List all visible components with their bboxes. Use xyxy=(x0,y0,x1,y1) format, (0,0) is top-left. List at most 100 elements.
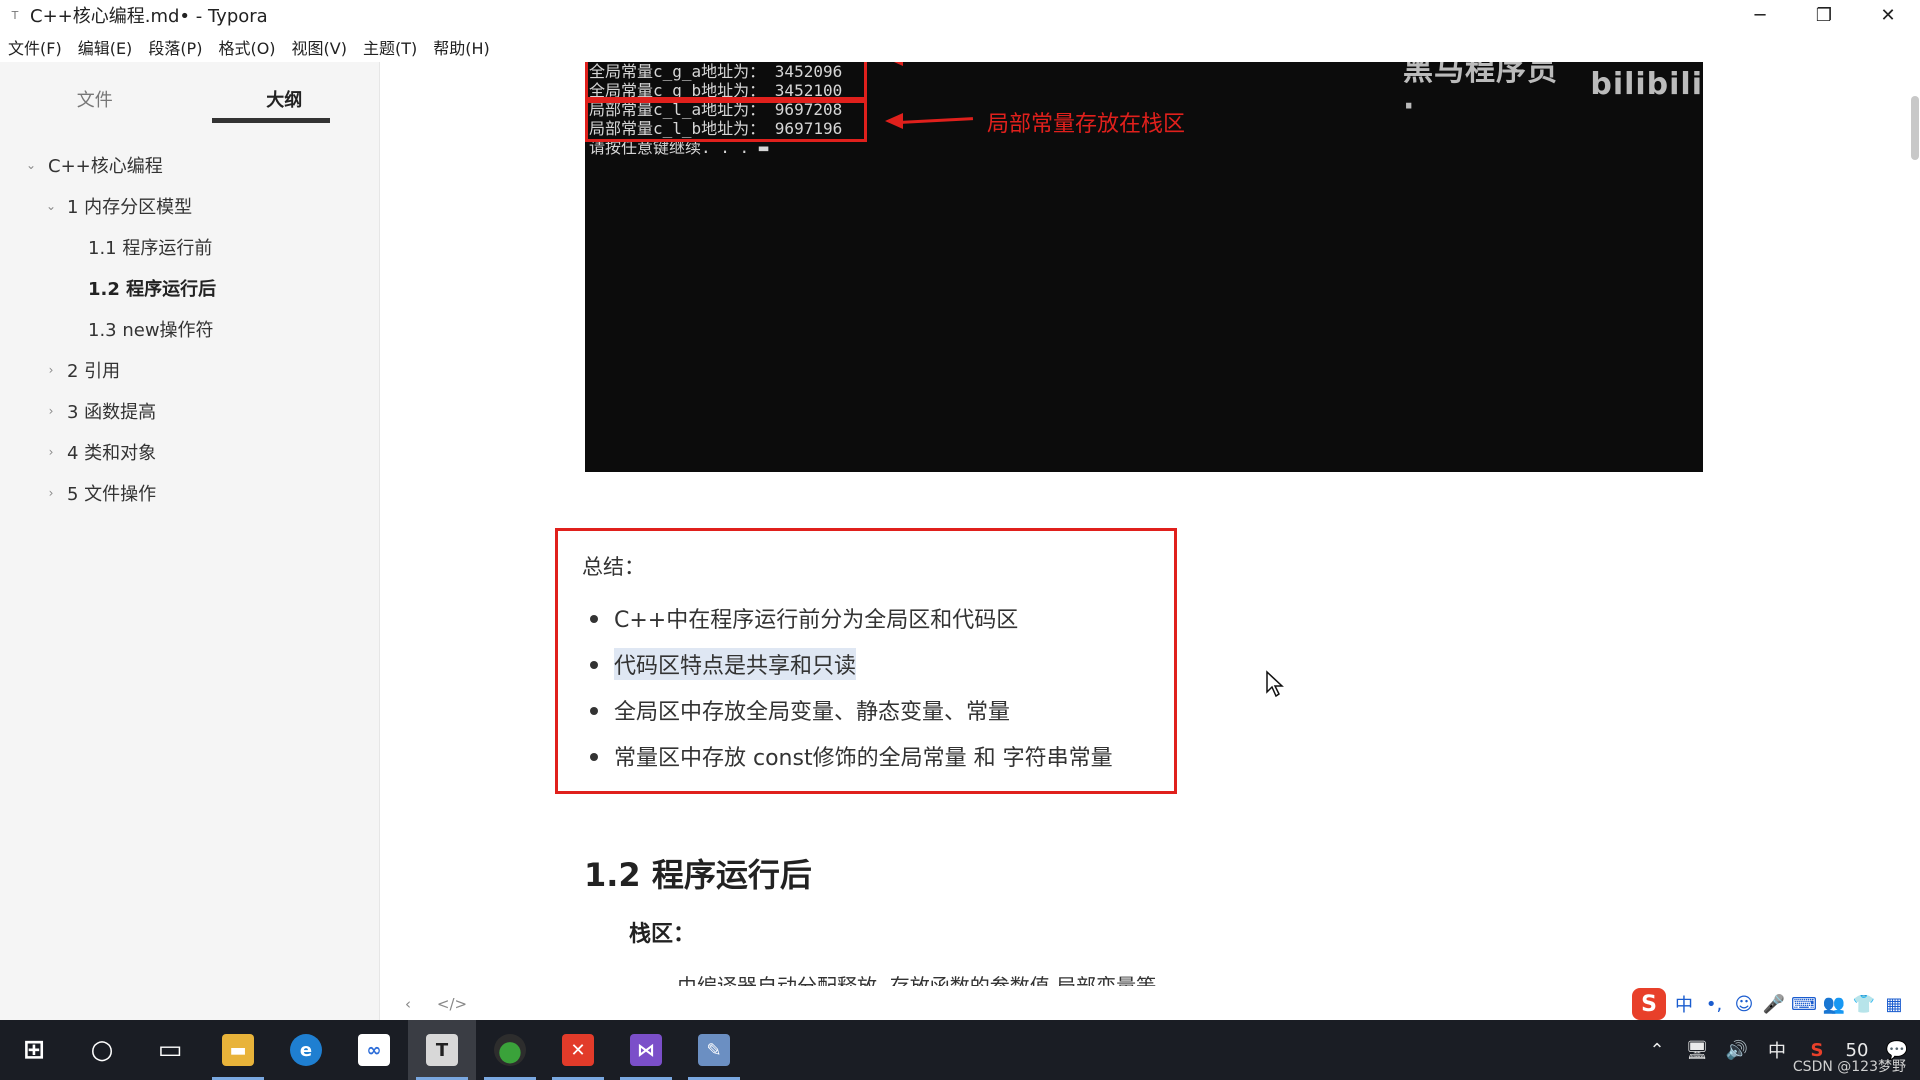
menu-format[interactable]: 格式(O) xyxy=(210,32,283,62)
global-const-highlight-box xyxy=(585,62,867,100)
taskbar-baidu-netdisk[interactable]: ∞ xyxy=(340,1020,408,1080)
outline-item[interactable]: › 4 类和对象 xyxy=(0,431,380,472)
list-item[interactable]: 常量区中存放 const修饰的全局常量 和 字符串常量 xyxy=(590,733,1113,779)
vertical-scrollbar[interactable] xyxy=(1911,96,1919,160)
task-view-button[interactable]: ▭ xyxy=(136,1020,204,1080)
menu-bar: 文件(F) 编辑(E) 段落(P) 格式(O) 视图(V) 主题(T) 帮助(H… xyxy=(0,32,498,62)
title-bar: T C++核心编程.md• - Typora ─ ❐ ✕ xyxy=(0,0,1920,30)
taskbar-explorer[interactable]: ▬ xyxy=(204,1020,272,1080)
volume-icon[interactable]: 🔊 xyxy=(1724,1020,1750,1080)
summary-list: C++中在程序运行前分为全局区和代码区 代码区特点是共享和只读 全局区中存放全局… xyxy=(590,595,1113,779)
list-item[interactable]: C++中在程序运行前分为全局区和代码区 xyxy=(590,595,1113,641)
typora-icon: T xyxy=(426,1034,458,1066)
watermark-text: 黑马程序员· xyxy=(1403,62,1558,124)
outline-item-label: 1.1 程序运行前 xyxy=(88,237,213,259)
outline-item[interactable]: › 3 函数提高 xyxy=(0,390,380,431)
list-item-text: C++中在程序运行前分为全局区和代码区 xyxy=(614,608,1019,633)
menu-paragraph[interactable]: 段落(P) xyxy=(140,32,210,62)
list-item-text-selected: 代码区特点是共享和只读 xyxy=(614,648,857,680)
sidebar: 文件 大纲 ⌄ C++核心编程 ⌄ 1 内存分区模型 1.1 程序运行前 1.2… xyxy=(0,62,380,1020)
watermark-logo: bilibili xyxy=(1590,66,1703,102)
outline-item[interactable]: 1.3 new操作符 xyxy=(0,308,380,349)
search-button[interactable]: ○ xyxy=(68,1020,136,1080)
menu-edit[interactable]: 编辑(E) xyxy=(70,32,141,62)
list-item[interactable]: 代码区特点是共享和只读 xyxy=(590,641,1113,687)
tab-outline[interactable]: 大纲 xyxy=(190,62,380,124)
menu-theme[interactable]: 主题(T) xyxy=(355,32,425,62)
search-circle-icon: ○ xyxy=(90,1035,114,1065)
taskbar-edge[interactable]: e xyxy=(272,1020,340,1080)
partially-visible-line: 由编译器自动分配释放, 存放函数的参数值,局部变量等 xyxy=(677,974,1157,986)
xmind-icon: ✕ xyxy=(562,1034,594,1066)
mouse-cursor-icon xyxy=(1266,670,1284,698)
skin-icon[interactable]: 👕 xyxy=(1852,992,1876,1016)
network-icon[interactable]: 🖥 xyxy=(1684,1020,1710,1080)
summary-highlight-box: 总结： C++中在程序运行前分为全局区和代码区 代码区特点是共享和只读 全局区中… xyxy=(555,528,1177,794)
tab-files[interactable]: 文件 xyxy=(0,62,190,124)
chinese-mode-icon[interactable]: 中 xyxy=(1672,992,1696,1016)
show-hidden-icons-icon[interactable]: ⌃ xyxy=(1644,1020,1670,1080)
window-title: C++核心编程.md• - Typora xyxy=(30,6,268,27)
outline-item-label: 1 内存分区模型 xyxy=(67,196,193,218)
visual-studio-icon: ⋈ xyxy=(630,1034,662,1066)
keyboard-icon[interactable]: ⌨ xyxy=(1791,992,1817,1016)
typora-app-icon: T xyxy=(11,8,19,22)
folder-icon: ▬ xyxy=(222,1034,254,1066)
minimize-button[interactable]: ─ xyxy=(1728,0,1792,30)
outline-item-label: 1.3 new操作符 xyxy=(88,319,214,341)
active-tab-indicator xyxy=(212,118,330,123)
menu-file[interactable]: 文件(F) xyxy=(0,32,70,62)
outline-item[interactable]: ⌄ C++核心编程 xyxy=(0,144,380,185)
window-controls: ─ ❐ ✕ xyxy=(1728,0,1920,30)
green-orb-icon: ● xyxy=(494,1034,526,1067)
editor-area[interactable]: 全局常量c_g_a地址为： 3452096 全局常量c_g_b地址为： 3452… xyxy=(381,62,1920,1020)
toggle-sidebar-icon[interactable]: ‹ xyxy=(391,990,425,1018)
outline-item[interactable]: 1.1 程序运行前 xyxy=(0,226,380,267)
chevron-right-icon[interactable]: › xyxy=(44,486,58,500)
taskbar-green-app[interactable]: ● xyxy=(476,1020,544,1080)
list-item-text: 常量区中存放 const修饰的全局常量 和 字符串常量 xyxy=(614,746,1113,771)
cloud-disk-icon: ∞ xyxy=(358,1034,390,1066)
chevron-right-icon[interactable]: › xyxy=(44,404,58,418)
emoji-icon[interactable]: ☺ xyxy=(1732,992,1756,1016)
outline-item-label: 2 引用 xyxy=(67,360,121,382)
chevron-down-icon[interactable]: ⌄ xyxy=(24,158,38,172)
close-button[interactable]: ✕ xyxy=(1856,0,1920,30)
menu-help[interactable]: 帮助(H) xyxy=(425,32,498,62)
outline-item[interactable]: › 2 引用 xyxy=(0,349,380,390)
taskbar-typora[interactable]: T xyxy=(408,1020,476,1080)
summary-title: 总结： xyxy=(582,555,645,579)
outline-item-label: 4 类和对象 xyxy=(67,442,157,464)
taskbar-xmind[interactable]: ✕ xyxy=(544,1020,612,1080)
punctuation-icon[interactable]: •, xyxy=(1702,992,1726,1016)
user-icon[interactable]: 👥 xyxy=(1822,992,1846,1016)
windows-logo-icon: ⊞ xyxy=(23,1035,45,1065)
outline-item-label: 3 函数提高 xyxy=(67,401,157,423)
outline-item[interactable]: ⌄ 1 内存分区模型 xyxy=(0,185,380,226)
restore-button[interactable]: ❐ xyxy=(1792,0,1856,30)
list-item[interactable]: 全局区中存放全局变量、静态变量、常量 xyxy=(590,687,1113,733)
source-mode-icon[interactable]: </> xyxy=(435,990,469,1018)
taskbar-paint[interactable]: ✎ xyxy=(680,1020,748,1080)
outline-item-current[interactable]: 1.2 程序运行后 xyxy=(0,267,380,308)
chevron-right-icon[interactable]: › xyxy=(44,363,58,377)
input-language-indicator[interactable]: 中 xyxy=(1764,1020,1790,1080)
outline-item-label: C++核心编程 xyxy=(48,155,163,177)
outline-tree: ⌄ C++核心编程 ⌄ 1 内存分区模型 1.1 程序运行前 1.2 程序运行后… xyxy=(0,144,380,513)
taskbar-visual-studio[interactable]: ⋈ xyxy=(612,1020,680,1080)
sogou-ime-logo-icon[interactable]: S xyxy=(1632,988,1666,1020)
bilibili-watermark: 黑马程序员· bilibili xyxy=(1403,62,1703,124)
outline-item-label: 5 文件操作 xyxy=(67,483,157,505)
list-item-text: 全局区中存放全局变量、静态变量、常量 xyxy=(614,700,1011,725)
subsection-heading: 栈区： xyxy=(629,922,696,947)
outline-item[interactable]: › 5 文件操作 xyxy=(0,472,380,513)
section-heading: 1.2 程序运行后 xyxy=(584,856,812,894)
menu-grid-icon[interactable]: ▦ xyxy=(1882,992,1906,1016)
local-const-highlight-box xyxy=(585,100,867,142)
menu-view[interactable]: 视图(V) xyxy=(284,32,355,62)
chevron-down-icon[interactable]: ⌄ xyxy=(44,199,58,213)
chevron-right-icon[interactable]: › xyxy=(44,445,58,459)
start-button[interactable]: ⊞ xyxy=(0,1020,68,1080)
edge-browser-icon: e xyxy=(290,1034,322,1066)
microphone-icon[interactable]: 🎤 xyxy=(1762,992,1786,1016)
